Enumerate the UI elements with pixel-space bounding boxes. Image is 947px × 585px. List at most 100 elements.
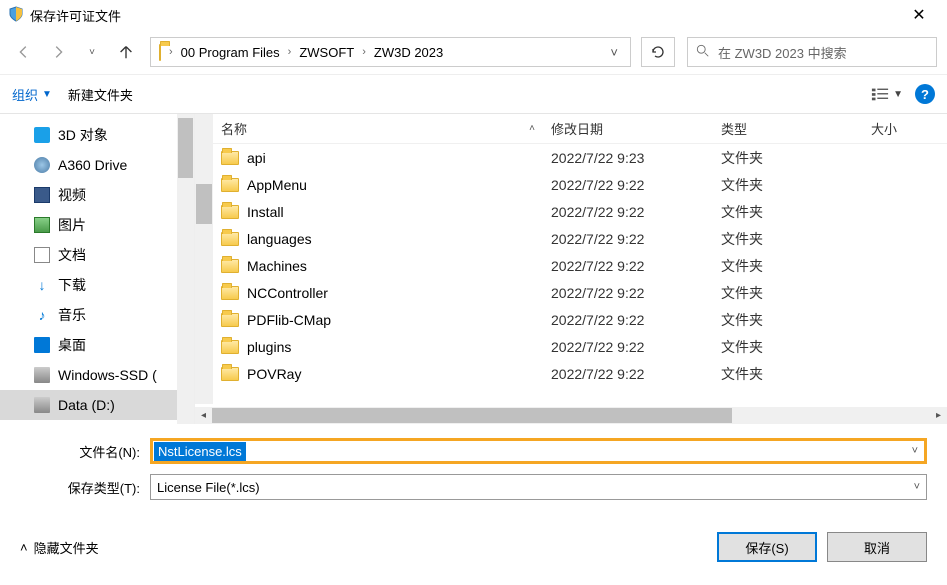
breadcrumb-dropdown[interactable]: ˅: [602, 45, 626, 60]
filename-value: NstLicense.lcs: [154, 442, 246, 461]
file-date: 2022/7/22 9:22: [543, 177, 713, 193]
file-row[interactable]: plugins 2022/7/22 9:22 文件夹: [213, 333, 947, 360]
file-date: 2022/7/22 9:23: [543, 150, 713, 166]
filetype-label: 保存类型(T):: [20, 478, 150, 497]
file-date: 2022/7/22 9:22: [543, 258, 713, 274]
hide-folders-toggle[interactable]: ˄ 隐藏文件夹: [20, 538, 99, 557]
up-button[interactable]: [112, 38, 140, 66]
organize-menu[interactable]: 组织 ▼: [12, 85, 52, 104]
chevron-right-icon[interactable]: ›: [167, 46, 175, 58]
file-row[interactable]: AppMenu 2022/7/22 9:22 文件夹: [213, 171, 947, 198]
forward-button[interactable]: [44, 38, 72, 66]
folder-icon: [221, 286, 239, 300]
file-name: Install: [247, 204, 284, 220]
sidebar-item-downloads[interactable]: ↓下载: [0, 270, 194, 300]
content-hscrollbar[interactable]: ◂ ▸: [195, 407, 947, 424]
file-list: api 2022/7/22 9:23 文件夹 AppMenu 2022/7/22…: [213, 144, 947, 407]
sort-indicator: ˄: [529, 123, 535, 134]
file-row[interactable]: Machines 2022/7/22 9:22 文件夹: [213, 252, 947, 279]
scroll-left-arrow[interactable]: ◂: [195, 410, 212, 421]
scrollbar-thumb[interactable]: [212, 408, 732, 423]
scrollbar-thumb[interactable]: [196, 184, 212, 224]
file-row[interactable]: POVRay 2022/7/22 9:22 文件夹: [213, 360, 947, 387]
chevron-down-icon[interactable]: ˅: [912, 445, 918, 457]
chevron-down-icon[interactable]: ˅: [914, 481, 920, 493]
help-button[interactable]: ?: [915, 84, 935, 104]
chevron-right-icon[interactable]: ›: [360, 46, 368, 58]
file-name: NCController: [247, 285, 328, 301]
scroll-right-arrow[interactable]: ▸: [930, 410, 947, 421]
recent-dropdown[interactable]: ˅: [78, 38, 106, 66]
content-vscrollbar[interactable]: [195, 114, 213, 404]
scrollbar-thumb[interactable]: [178, 118, 193, 178]
filename-input[interactable]: NstLicense.lcs ˅: [150, 438, 927, 464]
cancel-button[interactable]: 取消: [827, 532, 927, 562]
back-button[interactable]: [10, 38, 38, 66]
list-view-icon: [871, 86, 889, 102]
cube-icon: [34, 127, 50, 143]
chevron-right-icon[interactable]: ›: [286, 46, 294, 58]
sidebar-item-disk-d[interactable]: Data (D:): [0, 390, 194, 420]
file-type: 文件夹: [713, 283, 863, 303]
chevron-down-icon: ▼: [893, 89, 903, 100]
folder-icon: [221, 232, 239, 246]
file-type: 文件夹: [713, 337, 863, 357]
sidebar-scrollbar[interactable]: [177, 114, 194, 424]
file-type: 文件夹: [713, 310, 863, 330]
view-menu[interactable]: ▼: [871, 86, 903, 102]
file-date: 2022/7/22 9:22: [543, 339, 713, 355]
file-date: 2022/7/22 9:22: [543, 366, 713, 382]
refresh-button[interactable]: [641, 37, 675, 67]
file-row[interactable]: languages 2022/7/22 9:22 文件夹: [213, 225, 947, 252]
file-type: 文件夹: [713, 175, 863, 195]
chevron-up-icon: ˄: [20, 540, 28, 555]
folder-icon: [221, 367, 239, 381]
disk-icon: [34, 367, 50, 383]
sidebar-item-documents[interactable]: 文档: [0, 240, 194, 270]
column-header-name[interactable]: 名称˄: [213, 114, 543, 143]
sidebar-item-videos[interactable]: 视频: [0, 180, 194, 210]
file-row[interactable]: PDFlib-CMap 2022/7/22 9:22 文件夹: [213, 306, 947, 333]
file-type: 文件夹: [713, 364, 863, 384]
music-icon: ♪: [34, 307, 50, 323]
close-button[interactable]: ✕: [899, 5, 939, 25]
file-row[interactable]: api 2022/7/22 9:23 文件夹: [213, 144, 947, 171]
column-header-date[interactable]: 修改日期: [543, 114, 713, 143]
desktop-icon: [34, 337, 50, 353]
sidebar-item-disk-c[interactable]: Windows-SSD (: [0, 360, 194, 390]
file-date: 2022/7/22 9:22: [543, 312, 713, 328]
filetype-select[interactable]: License File(*.lcs) ˅: [150, 474, 927, 500]
sidebar-item-a360[interactable]: A360 Drive: [0, 150, 194, 180]
file-type: 文件夹: [713, 256, 863, 276]
breadcrumb[interactable]: › 00 Program Files › ZWSOFT › ZW3D 2023 …: [150, 37, 631, 67]
chevron-down-icon: ▼: [42, 89, 52, 100]
folder-icon: [159, 45, 161, 60]
file-row[interactable]: NCController 2022/7/22 9:22 文件夹: [213, 279, 947, 306]
breadcrumb-seg[interactable]: ZW3D 2023: [370, 38, 447, 66]
file-row[interactable]: Install 2022/7/22 9:22 文件夹: [213, 198, 947, 225]
file-name: AppMenu: [247, 177, 307, 193]
filename-label: 文件名(N):: [20, 442, 150, 461]
save-button[interactable]: 保存(S): [717, 532, 817, 562]
sidebar-item-music[interactable]: ♪音乐: [0, 300, 194, 330]
file-name: languages: [247, 231, 312, 247]
file-type: 文件夹: [713, 148, 863, 168]
column-header-size[interactable]: 大小: [863, 114, 923, 143]
picture-icon: [34, 217, 50, 233]
sidebar-item-3d[interactable]: 3D 对象: [0, 120, 194, 150]
file-name: PDFlib-CMap: [247, 312, 331, 328]
search-input[interactable]: 在 ZW3D 2023 中搜索: [687, 37, 937, 67]
cloud-icon: [34, 157, 50, 173]
column-header-type[interactable]: 类型: [713, 114, 863, 143]
breadcrumb-seg[interactable]: 00 Program Files: [177, 38, 284, 66]
file-name: Machines: [247, 258, 307, 274]
sidebar-item-pictures[interactable]: 图片: [0, 210, 194, 240]
sidebar-item-desktop[interactable]: 桌面: [0, 330, 194, 360]
new-folder-button[interactable]: 新建文件夹: [68, 85, 133, 104]
column-headers: 名称˄ 修改日期 类型 大小: [213, 114, 947, 144]
disk-icon: [34, 397, 50, 413]
folder-icon: [221, 178, 239, 192]
search-placeholder: 在 ZW3D 2023 中搜索: [718, 43, 928, 62]
breadcrumb-seg[interactable]: ZWSOFT: [295, 38, 358, 66]
folder-icon: [221, 205, 239, 219]
